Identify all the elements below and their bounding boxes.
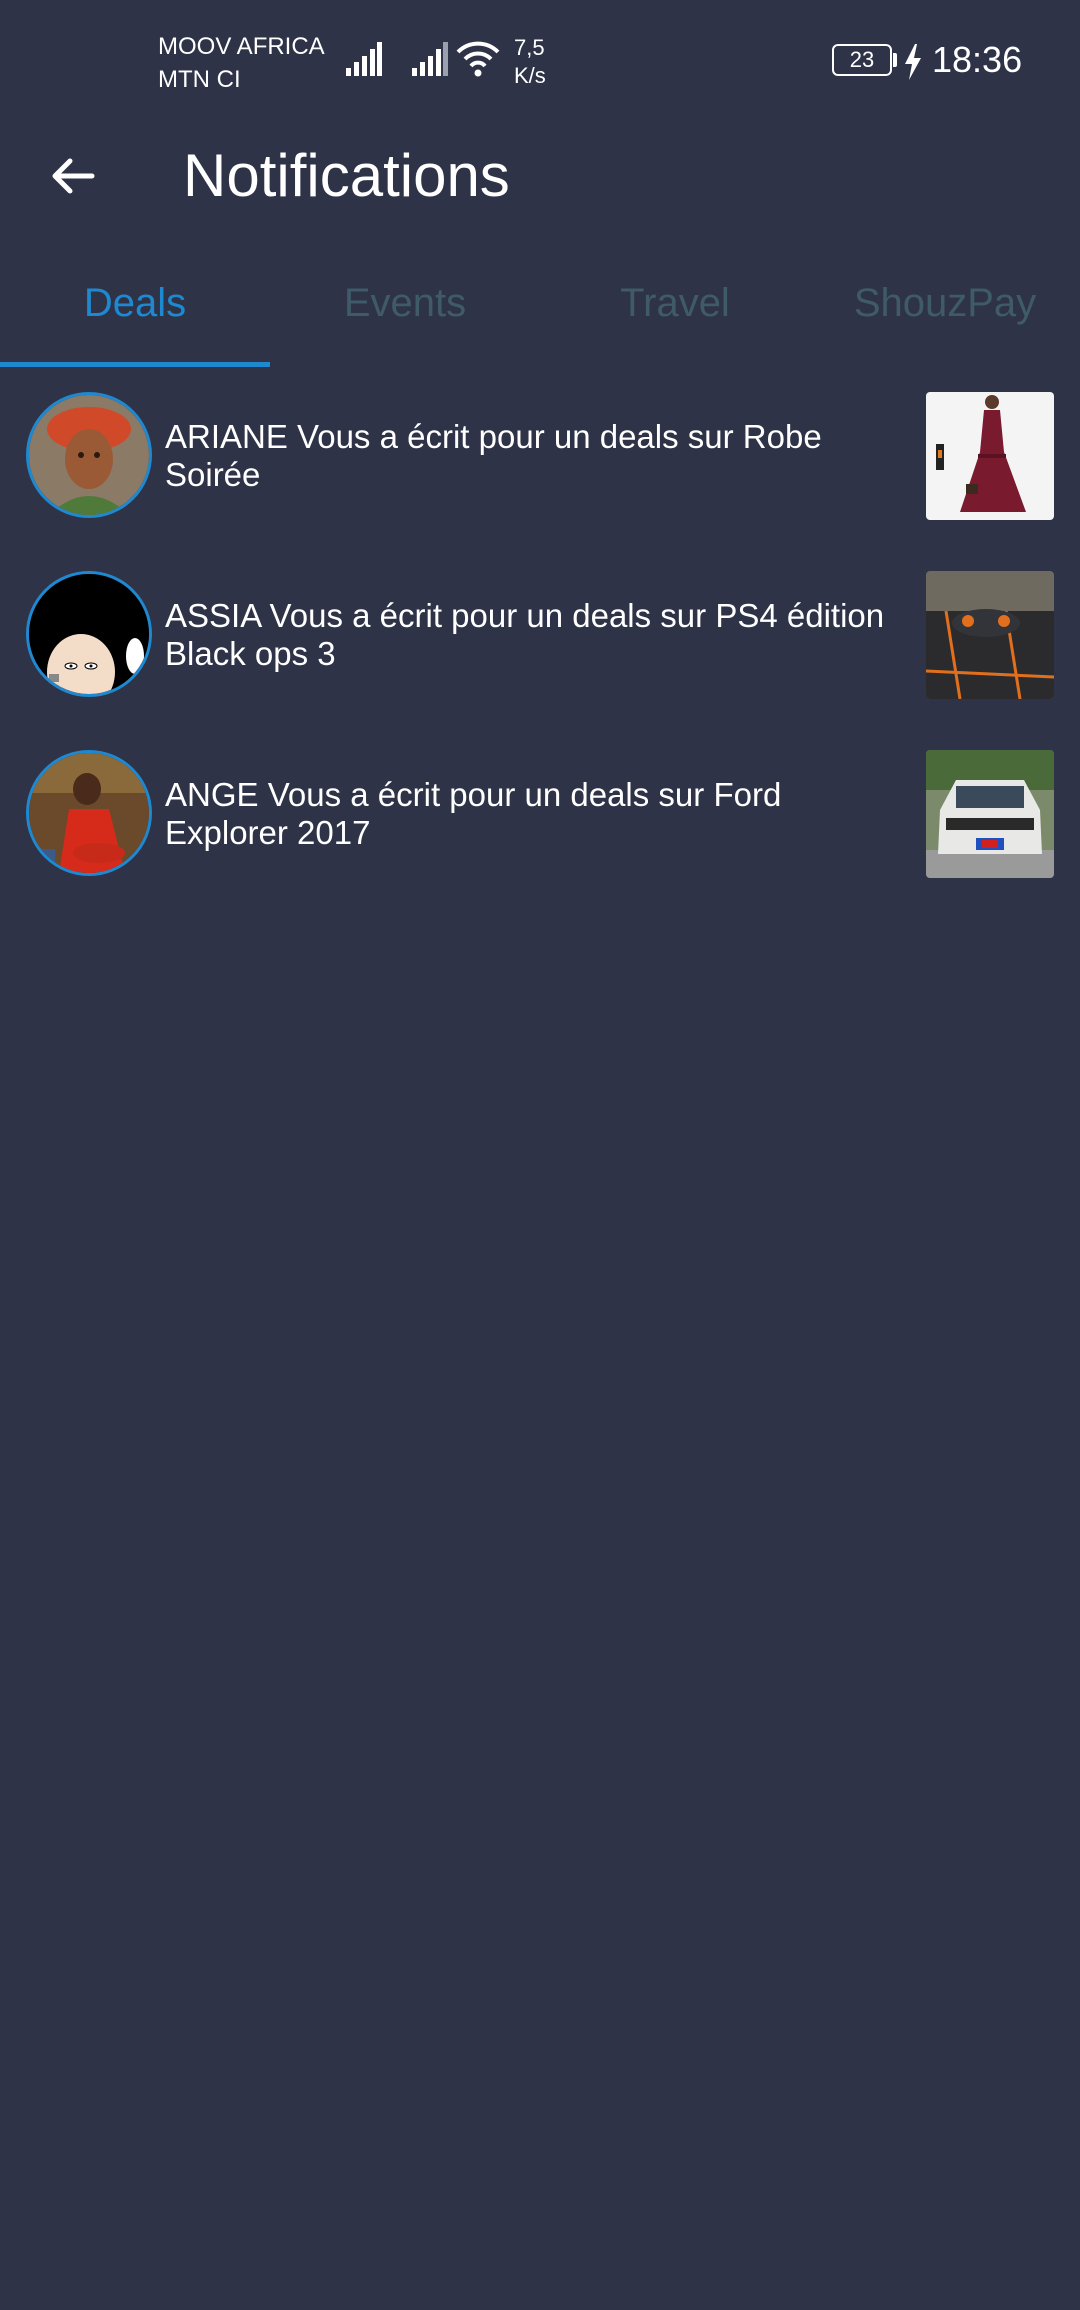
deal-thumbnail[interactable] [926,750,1054,878]
console-image [926,571,1054,699]
status-bar: MOOV AFRICA MTN CI 7,5 K/s 23 18:36 [0,0,1080,120]
signal-icon [412,42,448,76]
battery-icon: 23 [832,44,892,76]
notification-item[interactable]: ARIANE Vous a écrit pour un deals sur Ro… [0,382,1080,561]
avatar-image [29,753,149,873]
app-bar: Notifications [0,120,1080,230]
status-time: 18:36 [932,39,1023,80]
notification-item[interactable]: ANGE Vous a écrit pour un deals sur Ford… [0,740,1080,919]
active-tab-indicator [0,362,270,367]
notification-list: ARIANE Vous a écrit pour un deals sur Ro… [0,382,1080,919]
speed-value: 7,5 [514,35,545,60]
battery-tip [893,53,897,67]
tab-travel[interactable]: Travel [540,255,810,367]
tab-label: Travel [620,281,730,325]
notification-text: ASSIA Vous a écrit pour un deals sur PS4… [165,597,885,672]
network-speed: 7,5 K/s [514,34,546,90]
avatar[interactable] [26,571,152,697]
back-button[interactable] [40,144,104,208]
deal-thumbnail[interactable] [926,392,1054,520]
page-title: Notifications [183,142,510,209]
charging-icon [905,44,921,80]
tab-deals[interactable]: Deals [0,255,270,367]
deal-thumbnail[interactable] [926,571,1054,699]
car-image [926,750,1054,878]
tab-shouzpay[interactable]: ShouzPay [810,255,1080,367]
speed-unit: K/s [514,63,546,88]
avatar[interactable] [26,392,152,518]
dress-image [926,392,1054,520]
tab-bar: Deals Events Travel ShouzPay [0,255,1080,367]
arrow-left-icon [52,158,95,194]
avatar-image [29,574,149,694]
avatar-image [29,395,149,515]
tab-label: ShouzPay [853,281,1037,325]
notification-text: ARIANE Vous a écrit pour un deals sur Ro… [165,418,822,493]
tab-label: Events [343,281,467,325]
wifi-icon [456,41,500,77]
carrier-1: MOOV AFRICA [158,33,325,60]
avatar[interactable] [26,750,152,876]
carrier-names: MOOV AFRICA MTN CI [158,30,325,96]
battery-level: 23 [849,47,875,72]
notification-item[interactable]: ASSIA Vous a écrit pour un deals sur PS4… [0,561,1080,740]
tab-label: Deals [83,281,187,325]
signal-icon [346,42,382,76]
notification-text: ANGE Vous a écrit pour un deals sur Ford… [165,776,782,851]
tab-events[interactable]: Events [270,255,540,367]
carrier-2: MTN CI [158,66,241,93]
